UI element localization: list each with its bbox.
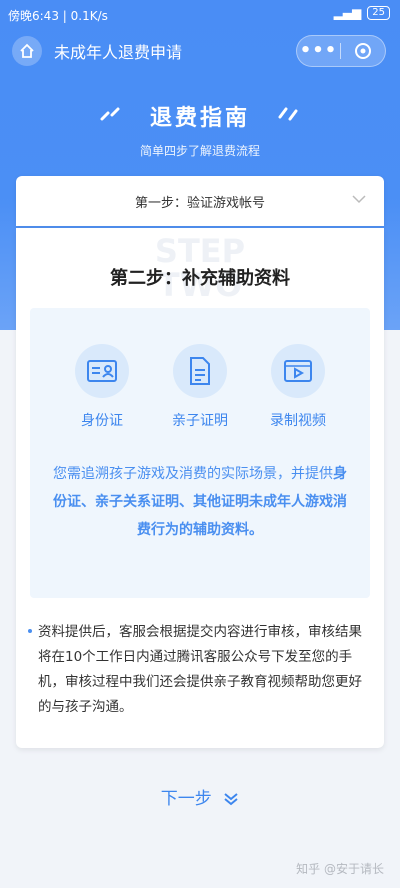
target-icon [354, 43, 371, 59]
material-id-card: 身份证 [62, 344, 142, 430]
step1-collapsed[interactable]: 第一步：验证游戏帐号 [16, 176, 384, 226]
step1-label: 第一步：验证游戏帐号 [134, 196, 265, 211]
review-note: 资料提供后，客服会根据提交内容进行审核，审核结果将在10个工作日内通过腾讯客服公… [28, 620, 364, 720]
page-title: 未成年人退费申请 [54, 43, 183, 62]
nav-bar: 未成年人退费申请 ••• [0, 30, 400, 70]
battery-icon: 25 [367, 6, 390, 20]
id-card-icon [87, 360, 117, 382]
materials-box: 身份证 亲子证明 录制视频 您需追溯孩子游戏及消费的实际场景，并提供身份证、亲子… [30, 308, 370, 598]
guide-title: 退费指南 [149, 106, 250, 131]
material-kinship-proof: 亲子证明 [160, 344, 240, 430]
video-icon [284, 360, 312, 382]
mini-program-capsule: ••• [296, 35, 386, 67]
step2-card: STEP TWO 第二步：补充辅助资料 身份证 亲子证明 录制视频 您需追溯孩子… [16, 228, 384, 748]
status-bar: 傍晚6:43 | 0.1K/s ▂▄▆ 25 [0, 0, 400, 30]
double-chevron-down-icon [224, 793, 238, 806]
home-button[interactable] [12, 36, 42, 66]
bullet-icon [28, 629, 32, 633]
materials-description: 您需追溯孩子游戏及消费的实际场景，并提供身份证、亲子关系证明、其他证明未成年人游… [53, 466, 347, 538]
document-icon [190, 357, 210, 385]
more-button[interactable]: ••• [297, 36, 340, 66]
close-program-button[interactable] [341, 42, 384, 60]
home-icon [20, 43, 34, 58]
guide-subtitle: 简单四步了解退费流程 [139, 144, 260, 158]
material-video: 录制视频 [258, 344, 338, 430]
signal-icon: ▂▄▆ [333, 6, 362, 20]
watermark-credit: 知乎 @安于请长 [296, 862, 384, 876]
step2-title: 第二步：补充辅助资料 [110, 268, 290, 289]
next-step-button[interactable]: 下一步 [0, 784, 400, 809]
status-time: 傍晚6:43 | 0.1K/s [8, 9, 108, 23]
chevron-down-icon [352, 195, 366, 204]
